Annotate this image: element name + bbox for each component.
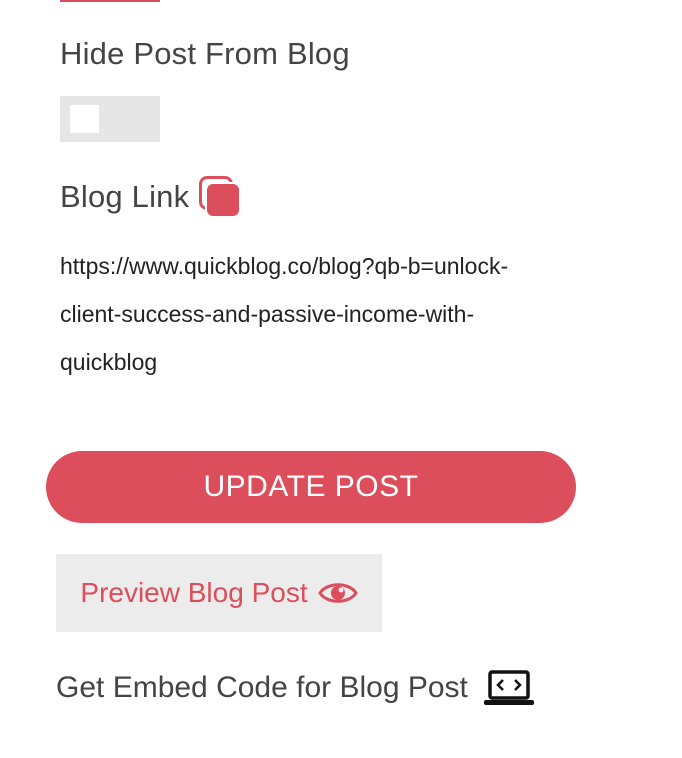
preview-blog-post-button[interactable]: Preview Blog Post bbox=[56, 554, 382, 632]
laptop-code-icon bbox=[483, 670, 534, 705]
embed-code-label: Get Embed Code for Blog Post bbox=[56, 671, 468, 704]
top-accent-bar bbox=[60, 0, 160, 2]
get-embed-code-button[interactable]: Get Embed Code for Blog Post bbox=[56, 670, 534, 706]
hide-post-toggle[interactable] bbox=[60, 96, 160, 142]
copy-icon-front bbox=[205, 182, 242, 218]
toggle-knob bbox=[70, 105, 99, 133]
hide-post-heading: Hide Post From Blog bbox=[60, 36, 350, 71]
blog-link-heading-row: Blog Link bbox=[60, 176, 242, 218]
blog-link-heading: Blog Link bbox=[60, 179, 190, 214]
copy-icon[interactable] bbox=[199, 176, 242, 218]
blog-link-url[interactable]: https://www.quickblog.co/blog?qb-b=unloc… bbox=[60, 242, 530, 386]
update-post-button[interactable]: UPDATE POST bbox=[46, 451, 576, 523]
eye-icon bbox=[317, 583, 358, 603]
post-settings-panel: Hide Post From Blog Blog Link https://ww… bbox=[0, 0, 682, 758]
preview-label: Preview Blog Post bbox=[80, 577, 308, 608]
update-post-label: UPDATE POST bbox=[203, 470, 419, 503]
